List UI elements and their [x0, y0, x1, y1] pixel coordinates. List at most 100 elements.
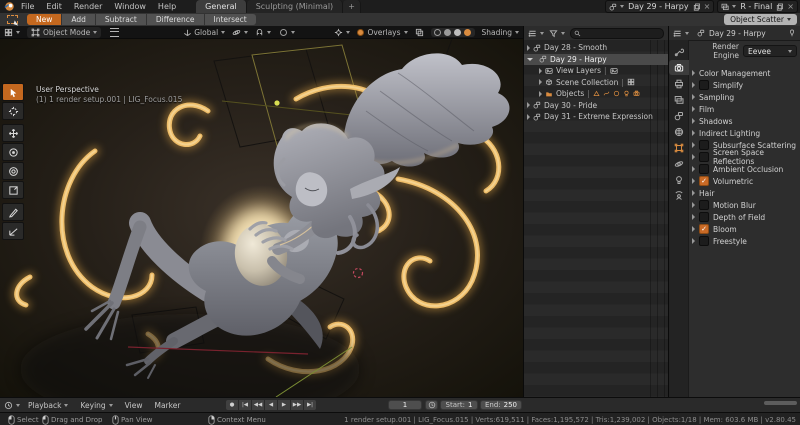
panel-freestyle[interactable]: Freestyle: [689, 235, 800, 247]
prev-keyframe-button[interactable]: ◀◀: [252, 400, 265, 410]
move-tool[interactable]: [2, 124, 24, 142]
shading-dropdown[interactable]: Shading: [482, 28, 519, 37]
tab-world[interactable]: [669, 124, 689, 139]
material-shading-icon[interactable]: [454, 28, 462, 36]
outliner-item-view-layers[interactable]: View Layers |: [524, 65, 668, 77]
pin-icon[interactable]: [788, 29, 796, 37]
play-button[interactable]: ▶: [278, 400, 291, 410]
motion-blur-checkbox[interactable]: [699, 200, 709, 210]
tab-view-layer[interactable]: [669, 92, 689, 107]
outliner-search-input[interactable]: [570, 27, 664, 39]
tab-scene[interactable]: [669, 108, 689, 123]
frame-start-field[interactable]: Start: 1: [440, 400, 478, 410]
freestyle-checkbox[interactable]: [699, 236, 709, 246]
object-scatter-button[interactable]: Object Scatter: [724, 14, 797, 25]
outliner-item-day29[interactable]: Day 29 - Harpy: [524, 53, 668, 65]
add-workspace-button[interactable]: +: [343, 0, 361, 13]
dof-checkbox[interactable]: [699, 212, 709, 222]
panel-hair[interactable]: Hair: [689, 187, 800, 199]
proportional-edit-dropdown[interactable]: [278, 28, 296, 36]
mask-subtract-button[interactable]: Subtract: [95, 14, 146, 25]
panel-motion-blur[interactable]: Motion Blur: [689, 199, 800, 211]
gizmos-dropdown[interactable]: [334, 28, 351, 37]
jump-to-end-button[interactable]: ▶|: [304, 400, 316, 410]
pivot-dropdown[interactable]: [232, 28, 249, 37]
volumetric-checkbox[interactable]: [699, 176, 709, 186]
tab-output[interactable]: [669, 76, 689, 91]
scale-tool[interactable]: [2, 162, 24, 180]
record-button[interactable]: ●: [226, 400, 239, 410]
viewport-canvas[interactable]: User Perspective (1) 1 render setup.001 …: [0, 38, 523, 425]
blender-logo-icon[interactable]: [4, 1, 15, 12]
tab-physics[interactable]: [669, 156, 689, 171]
new-scene-icon[interactable]: [693, 3, 701, 11]
menu-keying[interactable]: Keying: [74, 401, 118, 410]
mask-difference-button[interactable]: Difference: [146, 14, 204, 25]
panel-color-management[interactable]: Color Management: [689, 67, 800, 79]
transform-tool[interactable]: [2, 181, 24, 199]
properties-editor-icon[interactable]: [673, 29, 682, 38]
active-tool-icon[interactable]: [3, 14, 21, 25]
timeline-scrollbar[interactable]: [764, 401, 797, 405]
outliner-item-day31[interactable]: Day 31 - Extreme Expression: [524, 111, 668, 123]
outliner-item-scene-collection[interactable]: Scene Collection |: [524, 77, 668, 89]
overlays-dropdown[interactable]: Overlays: [357, 28, 408, 37]
tab-render[interactable]: [669, 60, 689, 75]
panel-shadows[interactable]: Shadows: [689, 115, 800, 127]
view-layer-selector[interactable]: R - Final ×: [717, 0, 798, 13]
orientation-dropdown[interactable]: Global: [183, 28, 226, 37]
panel-ambient-occlusion[interactable]: Ambient Occlusion: [689, 163, 800, 175]
frame-end-field[interactable]: End: 250: [480, 400, 522, 410]
workspace-tab-sculpting[interactable]: Sculpting (Minimal): [246, 0, 344, 13]
rotate-tool[interactable]: [2, 143, 24, 161]
scene-selector[interactable]: Day 29 - Harpy ×: [605, 0, 715, 13]
panel-simplify[interactable]: Simplify: [689, 79, 800, 91]
tab-constraints[interactable]: [669, 188, 689, 203]
filter-icon[interactable]: [549, 29, 558, 38]
menu-file[interactable]: File: [15, 2, 40, 11]
menu-playback[interactable]: Playback: [22, 401, 74, 410]
panel-film[interactable]: Film: [689, 103, 800, 115]
panel-screen-space-reflections[interactable]: Screen Space Reflections: [689, 148, 800, 166]
new-view-layer-icon[interactable]: [776, 3, 784, 11]
menu-edit[interactable]: Edit: [40, 2, 68, 11]
timeline-editor-dropdown[interactable]: [4, 401, 20, 410]
bloom-checkbox[interactable]: [699, 224, 709, 234]
play-reverse-button[interactable]: ◀: [265, 400, 278, 410]
xray-toggle[interactable]: [415, 28, 424, 37]
measure-tool[interactable]: [2, 222, 24, 240]
rendered-shading-icon[interactable]: [464, 28, 472, 36]
menu-render[interactable]: Render: [68, 2, 108, 11]
viewport-menu-icon[interactable]: [108, 27, 121, 37]
menu-window[interactable]: Window: [108, 2, 152, 11]
annotate-tool[interactable]: [2, 203, 24, 221]
simplify-checkbox[interactable]: [699, 80, 709, 90]
select-box-tool[interactable]: [2, 83, 24, 101]
menu-help[interactable]: Help: [152, 2, 182, 11]
display-mode-icon[interactable]: [528, 29, 537, 38]
mask-new-button[interactable]: New: [27, 14, 62, 25]
tab-tool[interactable]: [669, 44, 689, 59]
outliner-item-day30[interactable]: Day 30 - Pride: [524, 100, 668, 112]
tab-object[interactable]: [669, 140, 689, 155]
mask-intersect-button[interactable]: Intersect: [204, 14, 256, 25]
current-frame-field[interactable]: 1: [388, 400, 422, 410]
panel-depth-of-field[interactable]: Depth of Field: [689, 211, 800, 223]
editor-type-dropdown[interactable]: [4, 28, 20, 37]
render-engine-dropdown[interactable]: Eevee: [743, 45, 797, 57]
tab-object-data[interactable]: [669, 172, 689, 187]
delete-scene-icon[interactable]: ×: [704, 2, 711, 11]
wireframe-shading-icon[interactable]: [434, 28, 442, 36]
workspace-tab-general[interactable]: General: [196, 0, 247, 13]
mode-dropdown[interactable]: Object Mode: [27, 26, 102, 38]
next-keyframe-button[interactable]: ▶▶: [291, 400, 304, 410]
snap-dropdown[interactable]: [255, 28, 272, 37]
panel-volumetric[interactable]: Volumetric: [689, 175, 800, 187]
collection-grid-icon[interactable]: [627, 78, 635, 86]
outliner-item-day28[interactable]: Day 28 - Smooth: [524, 42, 668, 54]
ssr-checkbox[interactable]: [699, 152, 709, 162]
sss-checkbox[interactable]: [699, 140, 709, 150]
mask-add-button[interactable]: Add: [62, 14, 95, 25]
panel-bloom[interactable]: Bloom: [689, 223, 800, 235]
cursor-tool[interactable]: [2, 102, 24, 120]
